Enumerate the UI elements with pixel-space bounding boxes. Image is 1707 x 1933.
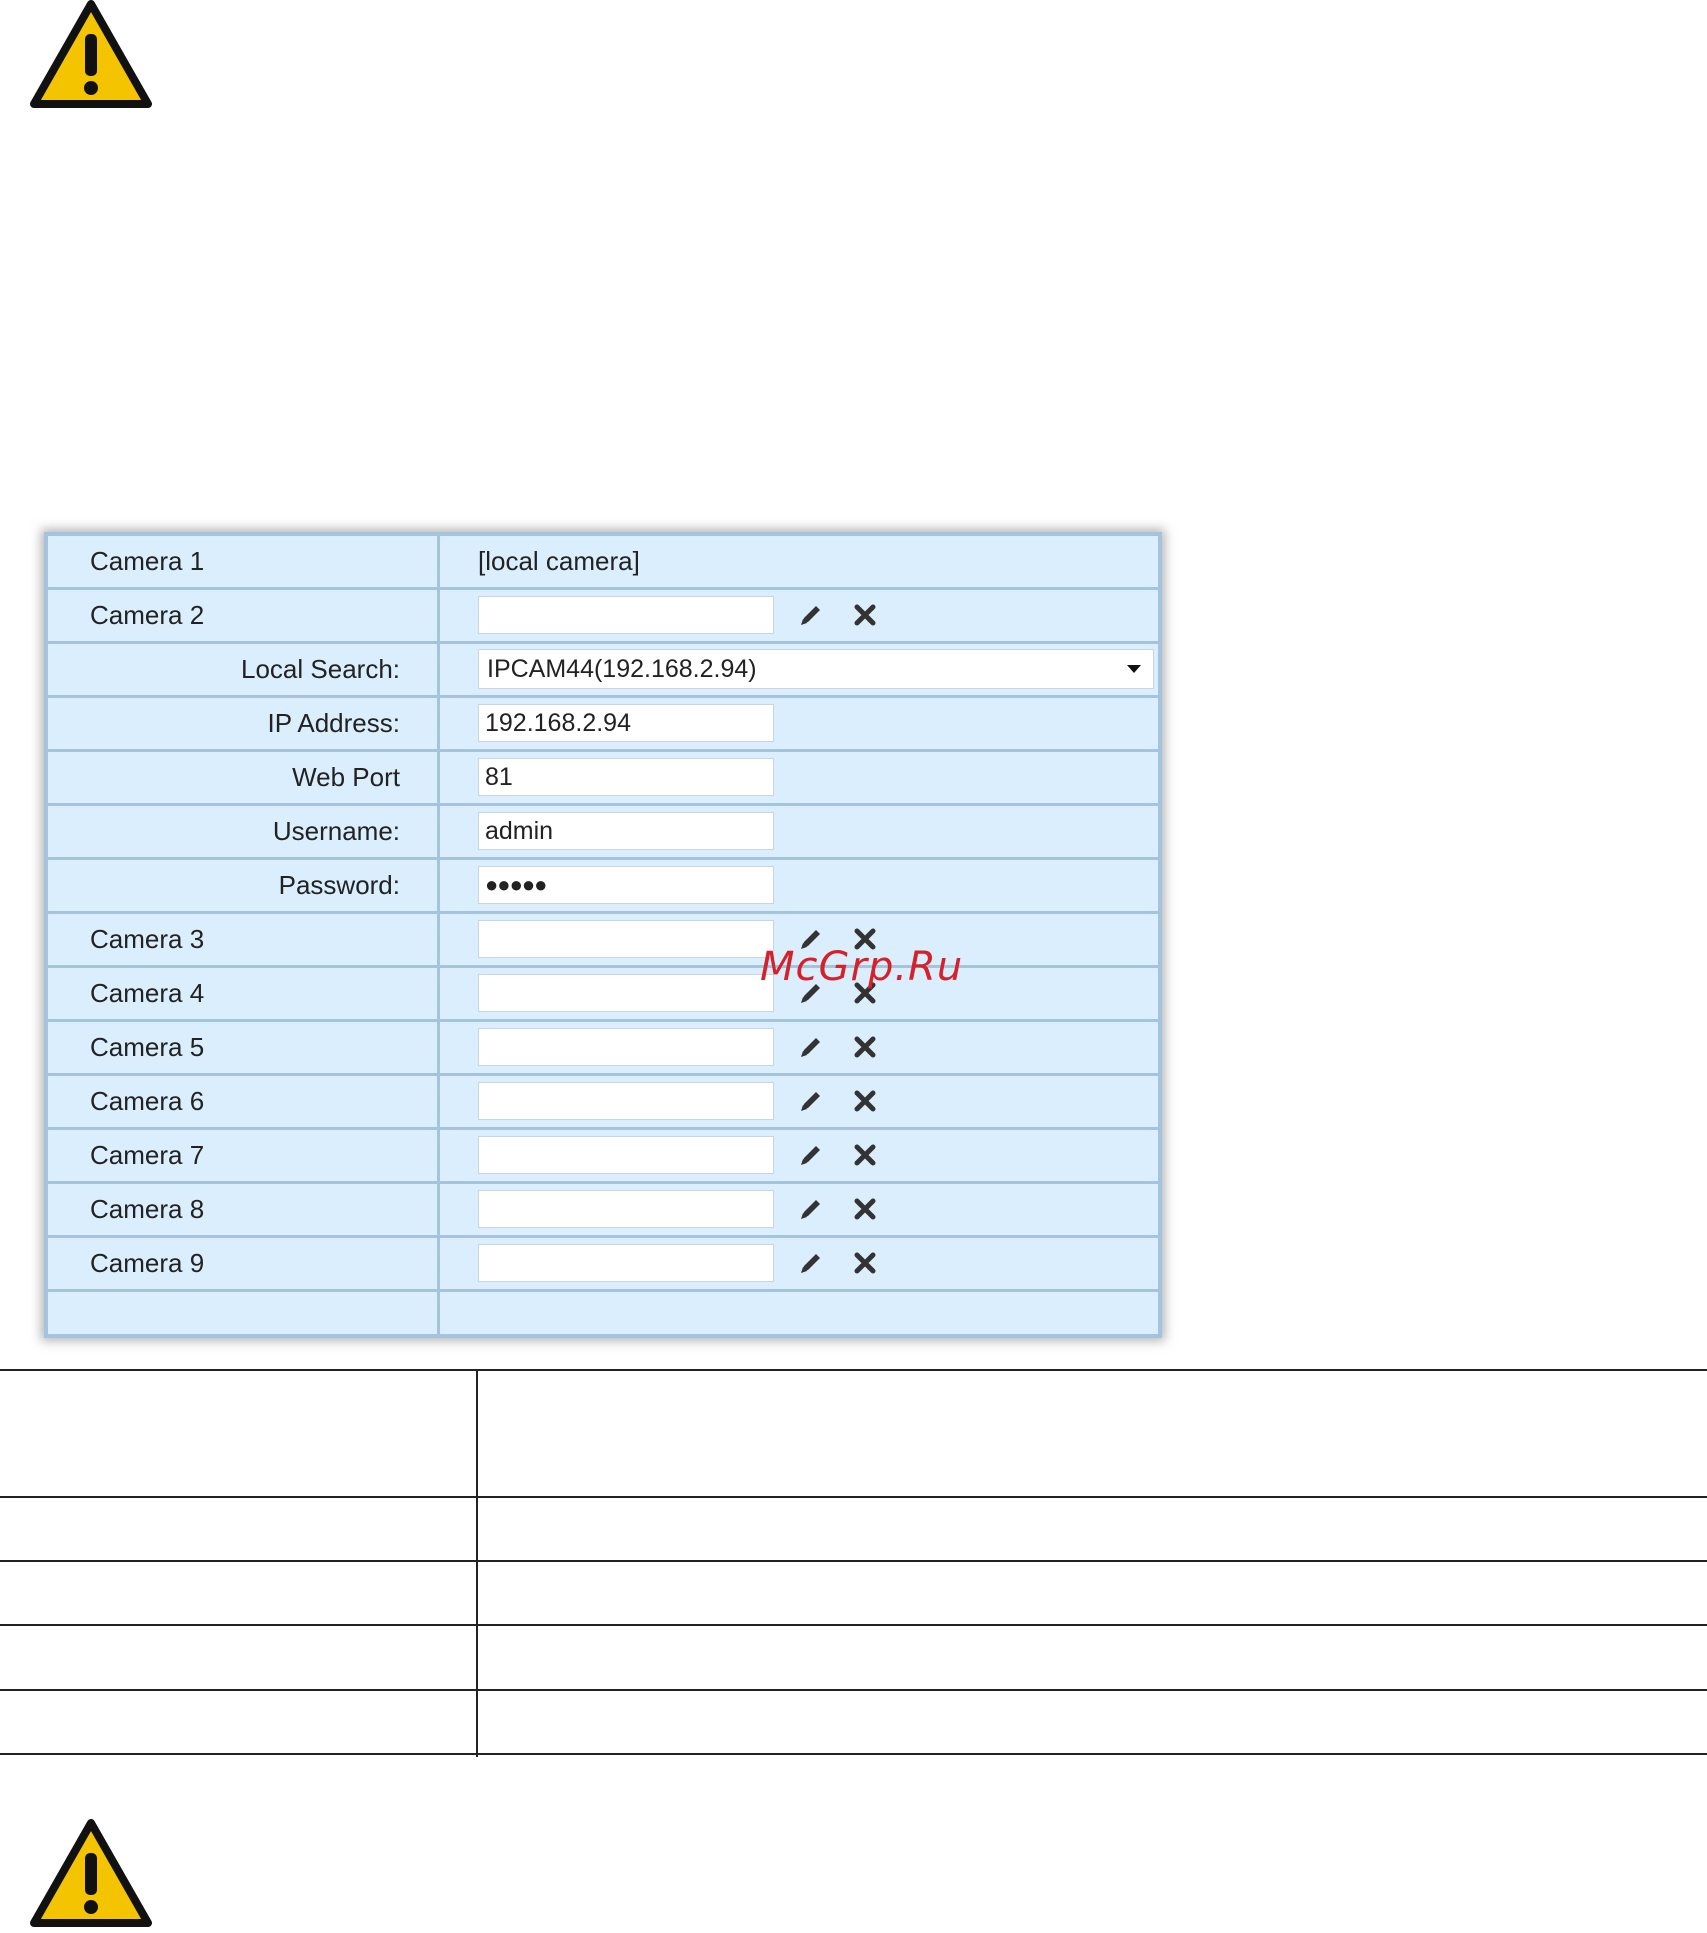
warning-icon <box>30 0 152 108</box>
close-icon[interactable] <box>851 601 879 629</box>
ip-address-row: IP Address: 192.168.2.94 <box>48 698 1158 752</box>
camera-row-5: Camera 5 <box>48 1022 1158 1076</box>
close-icon[interactable] <box>851 1249 879 1277</box>
camera-label: Camera 1 <box>90 546 205 576</box>
close-icon[interactable] <box>851 1087 879 1115</box>
camera-row-3: Camera 3 <box>48 914 1158 968</box>
pencil-icon[interactable] <box>797 601 825 629</box>
panel-footer-row <box>48 1292 1158 1334</box>
camera-2-input[interactable] <box>478 596 774 634</box>
username-input[interactable]: admin <box>478 812 774 850</box>
pencil-icon[interactable] <box>797 1033 825 1061</box>
table-rule <box>0 1689 1707 1691</box>
pencil-icon[interactable] <box>797 1087 825 1115</box>
password-label: Password: <box>278 870 400 900</box>
camera-row-1: Camera 1 [local camera] <box>48 536 1158 590</box>
local-search-selected: IPCAM44(192.168.2.94) <box>487 655 757 683</box>
camera-7-input[interactable] <box>478 1136 774 1174</box>
camera-label: Camera 4 <box>90 978 205 1008</box>
camera-8-input[interactable] <box>478 1190 774 1228</box>
camera-6-input[interactable] <box>478 1082 774 1120</box>
camera-label: Camera 7 <box>90 1140 205 1170</box>
table-rule <box>0 1560 1707 1562</box>
table-rule <box>0 1496 1707 1498</box>
camera-label: Camera 9 <box>90 1248 205 1278</box>
camera-row-7: Camera 7 <box>48 1130 1158 1184</box>
camera-row-4: Camera 4 <box>48 968 1158 1022</box>
close-icon[interactable] <box>851 1033 879 1061</box>
table-rule <box>0 1753 1707 1755</box>
table-column-divider <box>476 1369 478 1757</box>
camera-row-9: Camera 9 <box>48 1238 1158 1292</box>
local-search-select[interactable]: IPCAM44(192.168.2.94) <box>478 649 1154 689</box>
chevron-down-icon[interactable] <box>1127 665 1141 673</box>
camera-row-2: Camera 2 <box>48 590 1158 644</box>
close-icon[interactable] <box>851 1195 879 1223</box>
local-search-label: Local Search: <box>241 654 400 684</box>
camera-3-input[interactable] <box>478 920 774 958</box>
camera-label: Camera 6 <box>90 1086 205 1116</box>
username-label: Username: <box>272 816 400 846</box>
username-row: Username: admin <box>48 806 1158 860</box>
camera-row-6: Camera 6 <box>48 1076 1158 1130</box>
camera-label: Camera 5 <box>90 1032 205 1062</box>
password-row: Password: ●●●●● <box>48 860 1158 914</box>
camera-label: Camera 2 <box>90 600 205 630</box>
web-port-label: Web Port <box>292 762 400 792</box>
ip-address-label: IP Address: <box>267 708 401 738</box>
password-input[interactable]: ●●●●● <box>478 866 774 904</box>
web-port-input[interactable]: 81 <box>478 758 774 796</box>
camera-row-8: Camera 8 <box>48 1184 1158 1238</box>
camera-label: Camera 8 <box>90 1194 205 1224</box>
local-camera-value: [local camera] <box>478 546 640 576</box>
camera-5-input[interactable] <box>478 1028 774 1066</box>
camera-9-input[interactable] <box>478 1244 774 1282</box>
camera-label: Camera 3 <box>90 924 205 954</box>
web-port-row: Web Port 81 <box>48 752 1158 806</box>
local-search-row: Local Search: IPCAM44(192.168.2.94) <box>48 644 1158 698</box>
pencil-icon[interactable] <box>797 1249 825 1277</box>
close-icon[interactable] <box>851 1141 879 1169</box>
warning-icon <box>30 1819 152 1927</box>
pencil-icon[interactable] <box>797 1195 825 1223</box>
watermark: McGrp.Ru <box>760 944 964 990</box>
camera-4-input[interactable] <box>478 974 774 1012</box>
table-rule <box>0 1624 1707 1626</box>
ip-address-input[interactable]: 192.168.2.94 <box>478 704 774 742</box>
camera-config-panel: Camera 1 [local camera] Camera 2 Local S… <box>44 532 1162 1338</box>
table-rule <box>0 1369 1707 1371</box>
pencil-icon[interactable] <box>797 1141 825 1169</box>
description-table <box>0 1369 1707 1757</box>
